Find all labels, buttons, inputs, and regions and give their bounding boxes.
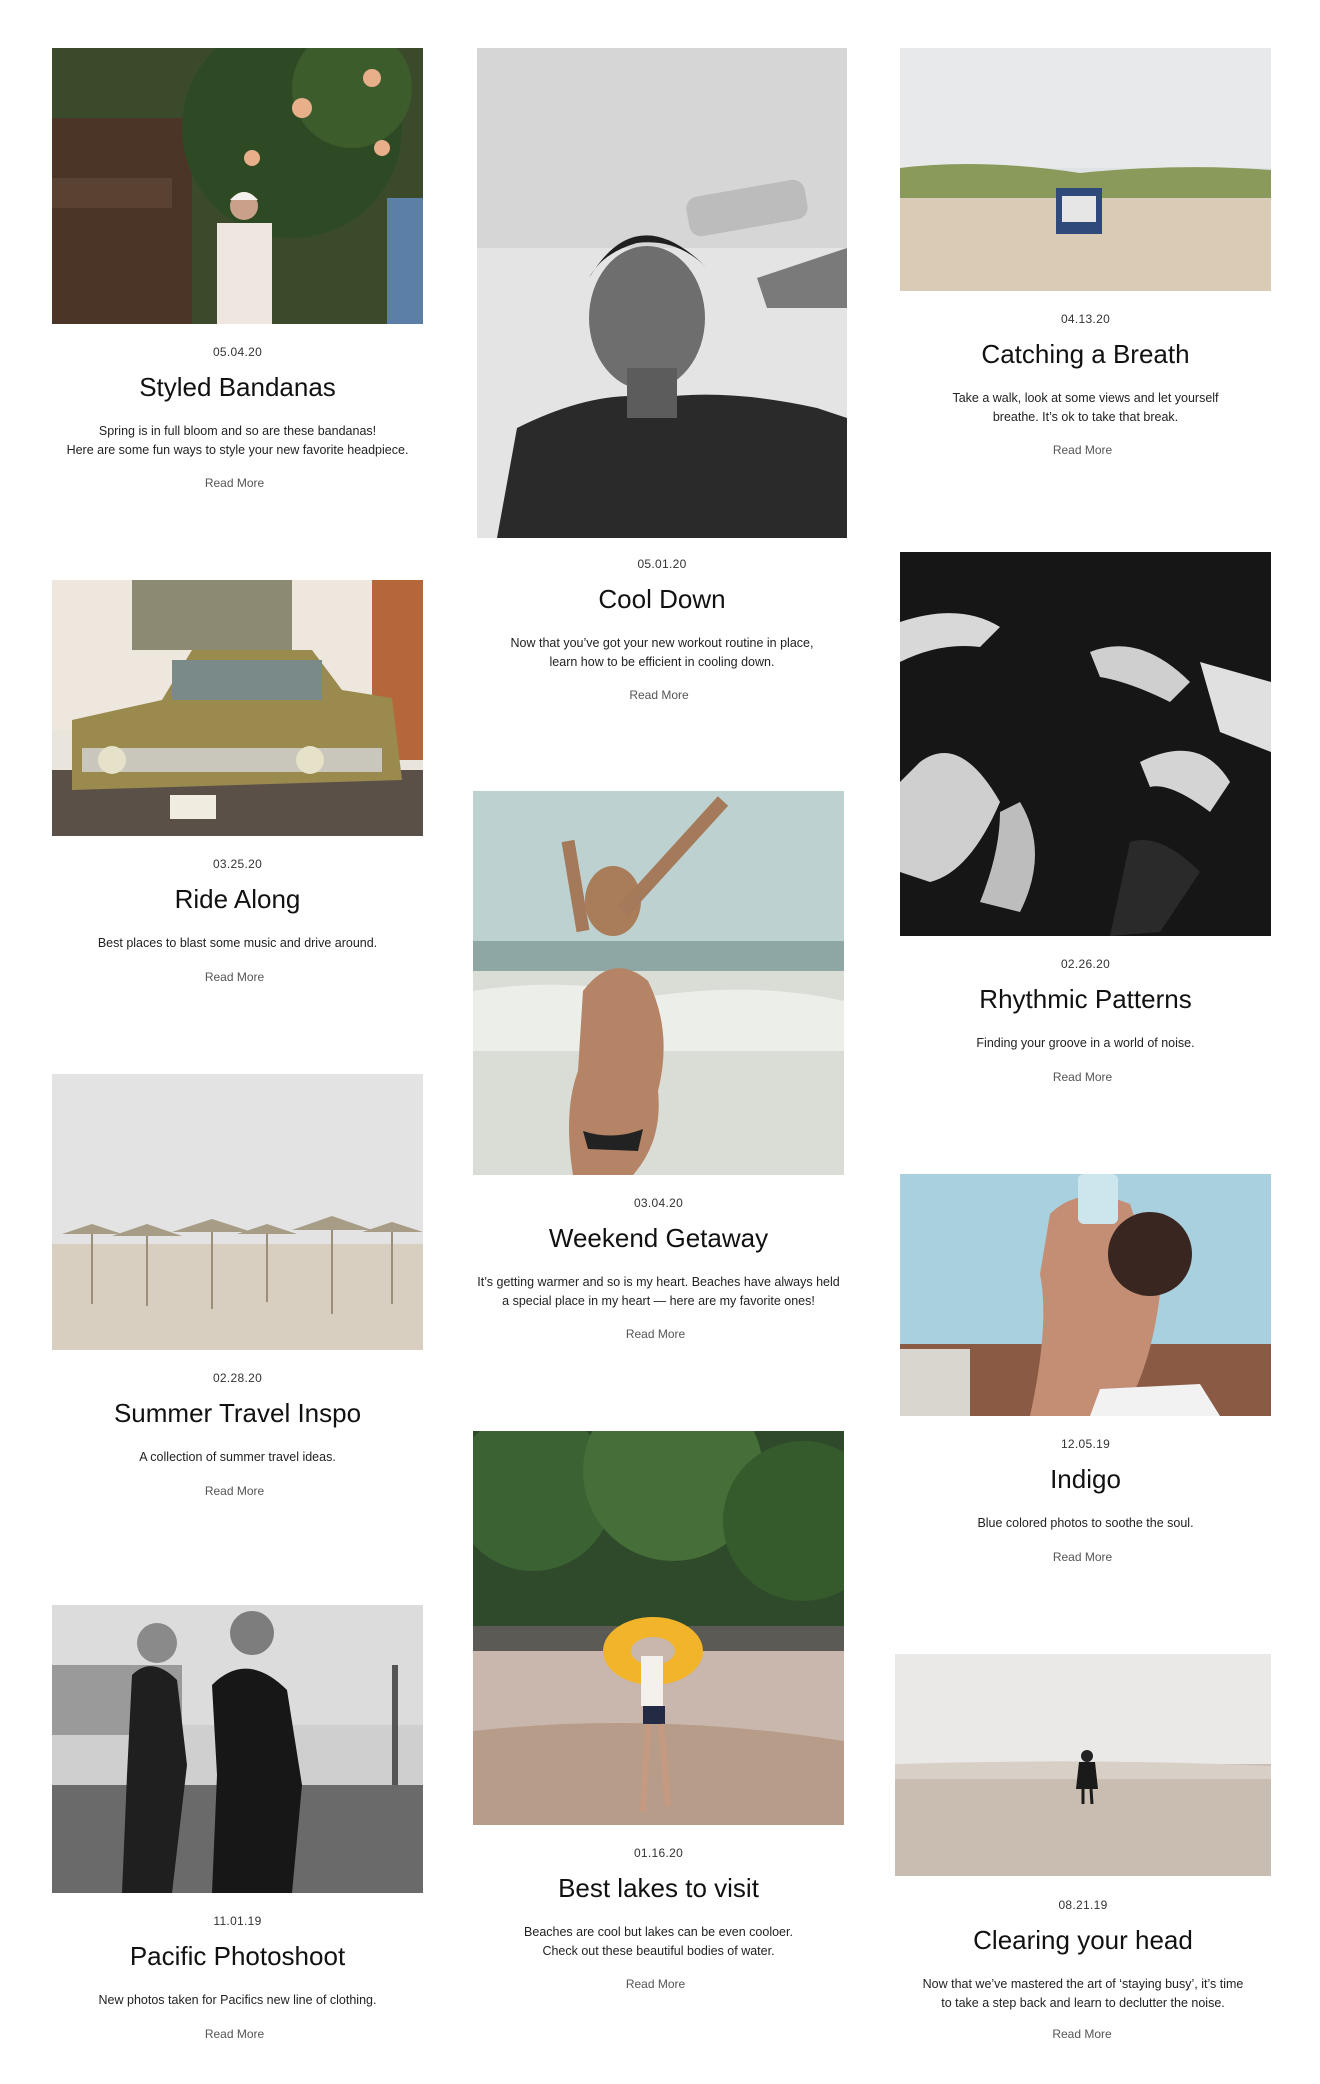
post-title[interactable]: Cool Down — [477, 584, 847, 615]
post-image[interactable] — [52, 1074, 423, 1350]
post-date: 02.28.20 — [212, 1371, 263, 1385]
read-more-link[interactable]: Read More — [46, 476, 423, 490]
read-more-link[interactable]: Read More — [46, 970, 423, 984]
post-excerpt: Spring is in full bloom and so are these… — [66, 424, 409, 457]
post-card[interactable]: 02.26.20 Rhythmic Patterns Finding your … — [900, 552, 1271, 1092]
read-more-link[interactable]: Read More — [467, 1327, 844, 1341]
post-excerpt: Now that we’ve mastered the art of ‘stay… — [922, 1977, 1244, 2010]
post-image[interactable] — [900, 1174, 1271, 1416]
read-more-link[interactable]: Read More — [471, 688, 847, 702]
read-more-link[interactable]: Read More — [894, 1550, 1271, 1564]
post-excerpt: Best places to blast some music and driv… — [97, 936, 378, 950]
post-excerpt: Now that you’ve got your new workout rou… — [510, 636, 814, 669]
post-date: 12.05.19 — [1060, 1437, 1111, 1451]
post-excerpt: Blue colored photos to soothe the soul. — [977, 1516, 1194, 1530]
post-card[interactable]: 02.28.20 Summer Travel Inspo A collectio… — [52, 1074, 423, 1514]
post-excerpt: Beaches are cool but lakes can be even c… — [524, 1925, 793, 1958]
post-title[interactable]: Best lakes to visit — [473, 1873, 844, 1904]
post-card[interactable]: 03.25.20 Ride Along Best places to blast… — [52, 580, 423, 1000]
post-excerpt: New photos taken for Pacifics new line o… — [98, 1993, 377, 2007]
post-excerpt: A collection of summer travel ideas. — [139, 1450, 336, 1464]
post-date: 04.13.20 — [1060, 312, 1111, 326]
read-more-link[interactable]: Read More — [894, 443, 1271, 457]
post-date: 11.01.19 — [213, 1914, 262, 1928]
post-image[interactable] — [473, 1431, 844, 1825]
post-excerpt: Take a walk, look at some views and let … — [952, 391, 1219, 424]
post-title[interactable]: Weekend Getaway — [473, 1223, 844, 1254]
post-card[interactable]: 03.04.20 Weekend Getaway It’s getting wa… — [473, 791, 844, 1351]
post-date: 03.04.20 — [633, 1196, 684, 1210]
read-more-link[interactable]: Read More — [893, 2027, 1271, 2041]
post-card[interactable]: 04.13.20 Catching a Breath Take a walk, … — [900, 48, 1271, 468]
post-image[interactable] — [52, 1605, 423, 1893]
post-excerpt: Finding your groove in a world of noise. — [976, 1036, 1195, 1050]
read-more-link[interactable]: Read More — [46, 1484, 423, 1498]
post-title[interactable]: Ride Along — [52, 884, 423, 915]
post-date: 02.26.20 — [1060, 957, 1111, 971]
post-image[interactable] — [477, 48, 847, 538]
post-image[interactable] — [52, 48, 423, 324]
post-title[interactable]: Catching a Breath — [900, 339, 1271, 370]
post-title[interactable]: Indigo — [900, 1464, 1271, 1495]
post-card[interactable]: 01.16.20 Best lakes to visit Beaches are… — [473, 1431, 844, 2001]
post-title[interactable]: Rhythmic Patterns — [900, 984, 1271, 1015]
post-title[interactable]: Styled Bandanas — [52, 372, 423, 403]
post-image[interactable] — [473, 791, 844, 1175]
post-excerpt: It’s getting warmer and so is my heart. … — [477, 1275, 840, 1308]
post-date: 03.25.20 — [212, 857, 263, 871]
post-title[interactable]: Summer Travel Inspo — [52, 1398, 423, 1429]
post-image[interactable] — [900, 552, 1271, 936]
post-image[interactable] — [895, 1654, 1271, 1876]
read-more-link[interactable]: Read More — [46, 2027, 423, 2041]
post-image[interactable] — [52, 580, 423, 836]
post-card[interactable]: 08.21.19 Clearing your head Now that we’… — [895, 1654, 1271, 2054]
read-more-link[interactable]: Read More — [467, 1977, 844, 1991]
post-card[interactable]: 11.01.19 Pacific Photoshoot New photos t… — [52, 1605, 423, 2055]
post-image[interactable] — [900, 48, 1271, 291]
post-card[interactable]: 05.01.20 Cool Down Now that you’ve got y… — [477, 48, 847, 718]
post-title[interactable]: Pacific Photoshoot — [52, 1941, 423, 1972]
post-title[interactable]: Clearing your head — [895, 1925, 1271, 1956]
post-date: 08.21.19 — [1058, 1898, 1108, 1912]
post-date: 05.04.20 — [212, 345, 263, 359]
post-date: 01.16.20 — [633, 1846, 684, 1860]
read-more-link[interactable]: Read More — [894, 1070, 1271, 1084]
post-date: 05.01.20 — [637, 557, 687, 571]
post-card[interactable]: 05.04.20 Styled Bandanas Spring is in fu… — [52, 48, 423, 508]
post-card[interactable]: 12.05.19 Indigo Blue colored photos to s… — [900, 1174, 1271, 1574]
